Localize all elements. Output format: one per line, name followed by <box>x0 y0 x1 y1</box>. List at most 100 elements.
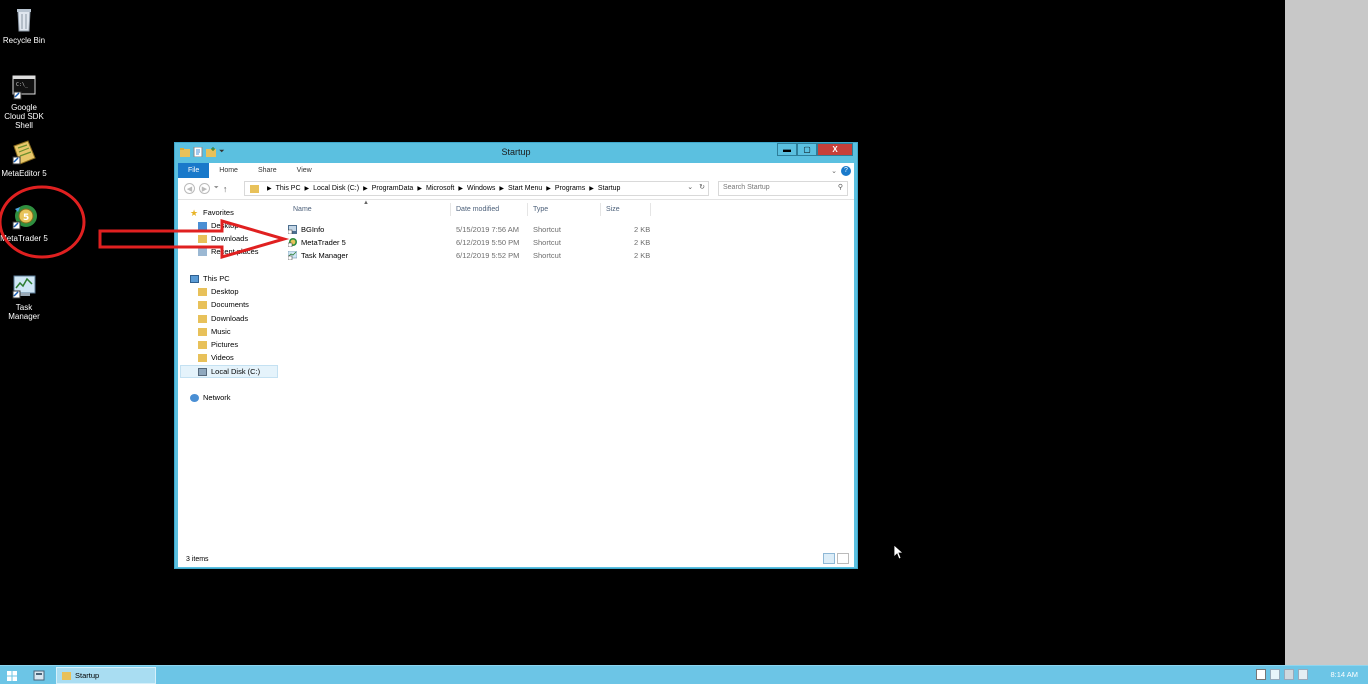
nav-label: Favorites <box>203 208 234 217</box>
forward-button[interactable]: ▶ <box>199 183 210 194</box>
tab-file[interactable]: File <box>178 163 210 178</box>
file-size: 2 KB <box>634 250 651 260</box>
volume-icon[interactable] <box>1298 669 1309 680</box>
tab-share[interactable]: Share <box>248 163 287 178</box>
start-button[interactable] <box>2 668 22 683</box>
server-manager-icon <box>33 670 45 681</box>
file-size: 2 KB <box>634 224 651 234</box>
status-bar: 3 items <box>178 551 854 567</box>
file-size: 2 KB <box>634 237 651 247</box>
file-date: 6/12/2019 5:50 PM <box>456 237 520 247</box>
breadcrumb-windows[interactable]: Windows <box>467 185 495 192</box>
file-row-metatrader-5[interactable]: MetaTrader 5 6/12/2019 5:50 PM Shortcut … <box>288 236 658 248</box>
breadcrumb-programs[interactable]: Programs <box>555 185 585 192</box>
file-type: Shortcut <box>533 224 561 234</box>
column-header-type[interactable]: Type <box>528 203 601 216</box>
recent-locations-icon[interactable]: ⏷ <box>214 185 219 192</box>
desktop-icon-recycle-bin[interactable]: Recycle Bin <box>0 5 48 45</box>
column-header-date-modified[interactable]: Date modified <box>451 203 528 216</box>
search-input[interactable]: Search Startup ⚲ <box>718 181 848 196</box>
nav-pc-desktop[interactable]: Desktop <box>198 287 239 296</box>
window-title: Startup <box>501 147 531 157</box>
nav-favorite-recent-places[interactable]: Recent places <box>198 247 259 256</box>
taskbar-item-startup[interactable]: Startup <box>56 667 156 684</box>
breadcrumb-programdata[interactable]: ProgramData <box>372 185 414 192</box>
explorer-window: ⏷ Startup ▬ ▢ X File Home Share View ⌄ ?… <box>174 142 858 569</box>
desktop-icon-label: Recycle Bin <box>2 36 46 45</box>
column-header-size[interactable]: Size <box>601 203 651 216</box>
chevron-right-icon: ▶ <box>417 186 422 192</box>
nav-pc-local-disk[interactable]: Local Disk (C:) <box>180 365 278 378</box>
recycle-bin-icon <box>17 9 31 32</box>
nav-label: Desktop <box>211 221 239 230</box>
file-row-task-manager[interactable]: Task Manager 6/12/2019 5:52 PM Shortcut … <box>288 249 658 261</box>
windows-logo-icon <box>7 670 17 681</box>
nav-network[interactable]: Network <box>190 393 231 402</box>
chevron-right-icon: ▶ <box>363 186 368 192</box>
mouse-cursor-icon <box>894 545 904 560</box>
svg-text:C:\_: C:\_ <box>16 82 29 88</box>
file-name: Task Manager <box>301 250 349 260</box>
nav-label: Videos <box>211 353 234 362</box>
desktop-icon-metatrader-5[interactable]: 5 MetaTrader 5 <box>0 203 48 243</box>
breadcrumb-startup[interactable]: Startup <box>598 185 621 192</box>
nav-pc-videos[interactable]: Videos <box>198 353 234 362</box>
column-header-name[interactable]: Name <box>288 203 451 216</box>
nav-pc-music[interactable]: Music <box>198 327 231 336</box>
refresh-icon[interactable]: ↻ <box>699 183 705 191</box>
chevron-right-icon: ▶ <box>267 186 272 192</box>
videos-folder-icon <box>198 353 207 362</box>
expand-ribbon-icon[interactable]: ⌄ <box>831 167 841 175</box>
breadcrumb-local-disk[interactable]: Local Disk (C:) <box>313 185 359 192</box>
back-button[interactable]: ◀ <box>184 183 195 194</box>
help-icon[interactable]: ? <box>841 165 851 176</box>
downloads-folder-icon <box>198 314 207 323</box>
file-row-bginfo[interactable]: BGInfo 5/15/2019 7:56 AM Shortcut 2 KB <box>288 223 658 235</box>
maximize-button[interactable]: ▢ <box>797 143 817 156</box>
task-manager-icon <box>12 275 36 299</box>
window-titlebar[interactable]: ⏷ Startup ▬ ▢ X <box>175 143 857 163</box>
desktop-icon-label: Google Cloud SDK Shell <box>4 103 44 130</box>
taskbar-server-manager-button[interactable] <box>28 668 50 683</box>
music-folder-icon <box>198 327 207 336</box>
address-dropdown-icon[interactable]: ⌄ <box>687 183 693 191</box>
nav-favorite-downloads[interactable]: Downloads <box>198 234 248 243</box>
tab-view[interactable]: View <box>287 163 322 178</box>
nav-pc-downloads[interactable]: Downloads <box>198 314 248 323</box>
folder-icon <box>62 671 71 680</box>
breadcrumb-this-pc[interactable]: This PC <box>276 185 301 192</box>
file-type: Shortcut <box>533 250 561 260</box>
nav-pc-pictures[interactable]: Pictures <box>198 340 238 349</box>
tab-home[interactable]: Home <box>209 163 248 178</box>
desktop-icon-google-cloud-sdk-shell[interactable]: C:\_ Google Cloud SDK Shell <box>0 72 48 130</box>
flag-icon[interactable] <box>1270 669 1281 680</box>
nav-this-pc[interactable]: This PC <box>190 274 230 283</box>
address-bar[interactable]: ▶ This PC ▶ Local Disk (C:) ▶ ProgramData ▶… <box>244 181 709 196</box>
network-tray-icon[interactable] <box>1284 669 1295 680</box>
ribbon-tabs: File Home Share View ⌄ ? <box>178 163 854 178</box>
nav-favorite-desktop[interactable]: Desktop <box>198 221 239 230</box>
desktop-folder-icon <box>198 221 207 230</box>
nav-pc-documents[interactable]: Documents <box>198 300 249 309</box>
terminal-icon: C:\_ <box>12 75 36 100</box>
nav-label: Downloads <box>211 314 249 323</box>
desktop-icon-task-manager[interactable]: Task Manager <box>0 272 48 321</box>
details-view-button[interactable] <box>823 553 835 564</box>
breadcrumb-microsoft[interactable]: Microsoft <box>426 185 454 192</box>
desktop-icon-metaeditor-5[interactable]: MetaEditor 5 <box>0 138 48 178</box>
file-name: BGInfo <box>301 224 325 234</box>
nav-favorites[interactable]: ★ Favorites <box>190 208 234 217</box>
minimize-button[interactable]: ▬ <box>777 143 797 156</box>
chevron-right-icon: ▶ <box>546 186 551 192</box>
nav-label: Music <box>211 327 231 336</box>
file-type: Shortcut <box>533 237 561 247</box>
up-button[interactable]: ↑ <box>223 184 228 194</box>
metaeditor-icon <box>12 140 36 165</box>
close-button[interactable]: X <box>817 143 853 156</box>
file-name: MetaTrader 5 <box>301 237 346 247</box>
large-icons-view-button[interactable] <box>837 553 849 564</box>
taskbar-clock[interactable]: 8:14 AM <box>1330 670 1358 679</box>
action-center-icon[interactable] <box>1256 669 1267 680</box>
breadcrumb-start-menu[interactable]: Start Menu <box>508 185 542 192</box>
file-date: 6/12/2019 5:52 PM <box>456 250 520 260</box>
